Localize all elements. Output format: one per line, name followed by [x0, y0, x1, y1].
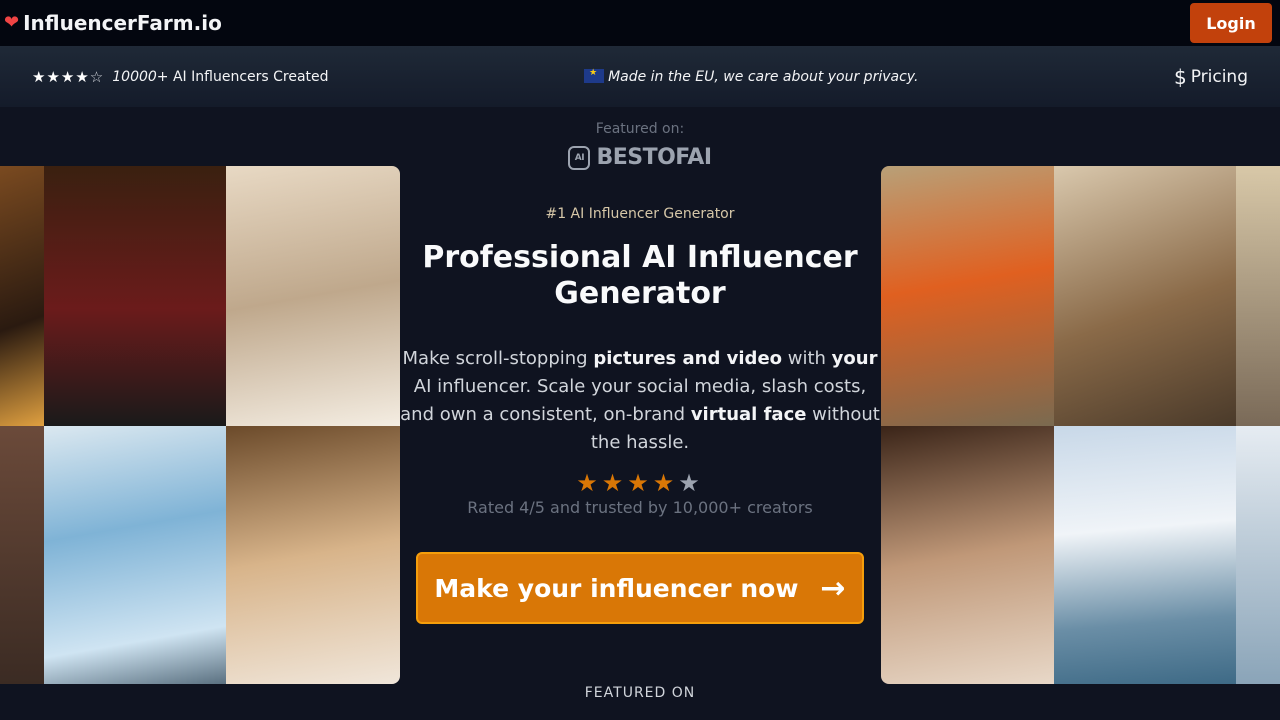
- featured-on-heading: FEATURED ON: [584, 685, 696, 701]
- influencers-text: AI Influencers Created: [172, 68, 329, 85]
- star-empty-icon: ☆: [89, 67, 105, 86]
- eu-flag-icon: [584, 68, 605, 83]
- info-bar: ★★★★☆ 10000+ AI Influencers Created Made…: [0, 46, 1280, 107]
- eu-privacy-note: Made in the EU, we care about your priva…: [584, 68, 919, 85]
- rating-text: Rated 4/5 and trusted by 10,000+ creator…: [467, 498, 813, 517]
- collage-image: [226, 166, 400, 426]
- collage-image: [1054, 426, 1236, 684]
- brand-name: InfluencerFarm.io: [23, 11, 222, 35]
- collage-image: [0, 166, 44, 426]
- login-button[interactable]: Login: [1190, 3, 1272, 43]
- collage-image: [1236, 426, 1280, 684]
- collage-image: [44, 426, 226, 684]
- page-title: Professional AI Influencer Generator: [422, 240, 858, 311]
- heart-icon: ❤: [4, 12, 20, 33]
- hero-section: Featured on: AI BESTOFAI #1 AI Influence…: [400, 107, 880, 720]
- bestofai-logo[interactable]: AI BESTOFAI: [400, 145, 880, 170]
- collage-image: [881, 426, 1054, 684]
- hero-tagline: #1 AI Influencer Generator: [545, 206, 735, 222]
- collage-image: [1236, 166, 1280, 426]
- make-influencer-button[interactable]: Make your influencer now →: [416, 552, 864, 624]
- pricing-label: Pricing: [1190, 66, 1248, 87]
- star-empty-icon: ★: [678, 469, 704, 497]
- rating-stars: ★★★★☆: [32, 67, 105, 86]
- influencer-count-rating: ★★★★☆ 10000+ AI Influencers Created: [32, 68, 329, 86]
- collage-image: [1054, 166, 1236, 426]
- collage-image: [881, 166, 1054, 426]
- collage-image: [44, 166, 226, 426]
- eu-privacy-text: Made in the EU, we care about your priva…: [608, 68, 919, 85]
- hero-description: Make scroll-stopping pictures and video …: [400, 348, 880, 453]
- collage-image: [0, 426, 44, 684]
- brand-logo[interactable]: ❤ InfluencerFarm.io: [4, 11, 222, 35]
- cta-label: Make your influencer now: [434, 573, 799, 603]
- featured-on-label: Featured on:: [595, 121, 685, 137]
- arrow-right-icon: →: [820, 570, 846, 606]
- pricing-link[interactable]: $ Pricing: [1174, 65, 1248, 89]
- bestofai-badge-icon: AI: [568, 145, 591, 170]
- bestofai-logo-text: BESTOFAI: [596, 145, 712, 170]
- star-icon: ★★★★: [576, 469, 679, 497]
- influencers-count: 10000+: [112, 68, 169, 85]
- top-nav: ❤ InfluencerFarm.io Login: [0, 0, 1280, 46]
- left-image-collage: [0, 166, 400, 684]
- right-image-collage: [881, 166, 1280, 684]
- collage-image: [226, 426, 400, 684]
- rating-stars-large: ★★★★★: [400, 469, 880, 497]
- dollar-icon: $: [1173, 64, 1187, 89]
